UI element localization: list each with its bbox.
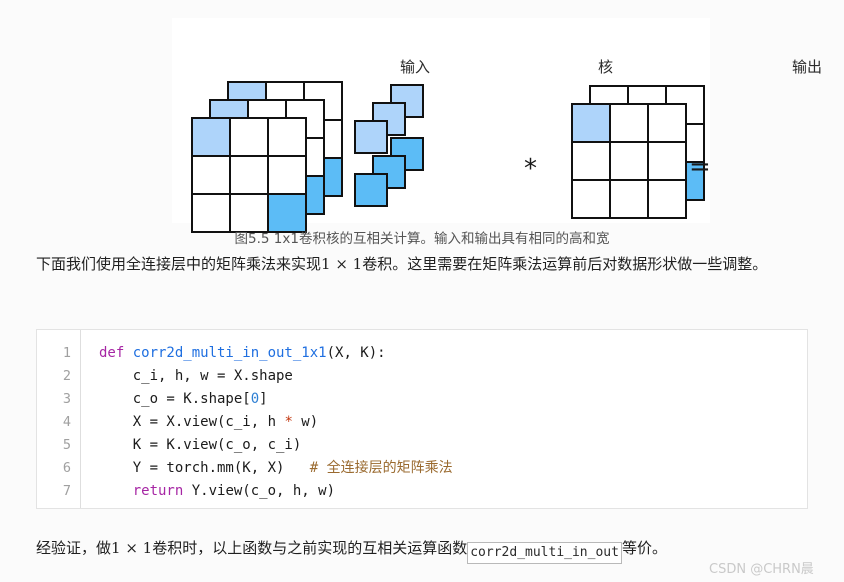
output-cell — [647, 103, 687, 143]
code-token: c_i, h, w = X.shape — [99, 368, 293, 384]
code-line: Y = torch.mm(K, X) # 全连接层的矩阵乘法 — [99, 457, 807, 480]
line-number: 7 — [62, 483, 71, 499]
paragraph-closing-math: 1 × 1 — [111, 539, 153, 557]
output-cell — [609, 179, 649, 219]
code-line: X = X.view(c_i, h * w) — [99, 411, 807, 434]
line-number: 2 — [62, 368, 71, 384]
output-cell — [571, 179, 611, 219]
output-cell — [647, 179, 687, 219]
figure-caption: 图5.5 1x1卷积核的互相关计算。输入和输出具有相同的高和宽 — [234, 231, 610, 247]
code-line: c_i, h, w = X.shape — [99, 365, 807, 388]
page-root: 输入 核 输出 * = 图5.5 1x1卷积核的互相关计算。输入和输出具有相同的… — [0, 0, 844, 582]
code-token: 0 — [250, 391, 260, 407]
code-token: (X, K): — [326, 345, 386, 361]
code-content[interactable]: def corr2d_multi_in_out_1x1(X, K): c_i, … — [81, 330, 807, 508]
kernel-cell-light — [354, 120, 388, 154]
paragraph-intro: 下面我们使用全连接层中的矩阵乘法来实现1 × 1卷积。这里需要在矩阵乘法运算前后… — [36, 250, 826, 278]
paragraph-closing-text-b: 卷积时，以上函数与之前实现的互相关运算函数 — [152, 539, 468, 557]
line-number: 6 — [62, 460, 71, 476]
code-token: def — [99, 345, 133, 361]
output-cell — [609, 103, 649, 143]
line-number: 1 — [62, 345, 71, 361]
paragraph-closing-text-c: 等价。 — [621, 539, 667, 557]
code-line-number-gutter: 1 2 3 4 5 6 7 — [37, 330, 81, 508]
code-token: # 全连接层的矩阵乘法 — [309, 460, 453, 476]
code-token: K = K.view(c_o, c_i) — [99, 437, 302, 453]
output-tensor-stack — [172, 18, 705, 219]
figure-label-kernel: 核 — [598, 58, 614, 76]
csdn-watermark: CSDN @CHRN晨 — [709, 562, 814, 577]
convolution-operator-symbol: * — [524, 154, 537, 184]
output-layer-front — [571, 103, 687, 219]
code-line: K = K.view(c_o, c_i) — [99, 434, 807, 457]
code-token: Y = torch.mm(K, X) — [99, 460, 310, 476]
output-cell — [571, 141, 611, 181]
code-token: Y.view(c_o, h, w) — [183, 483, 336, 499]
line-number: 4 — [62, 414, 71, 430]
code-line: def corr2d_multi_in_out_1x1(X, K): — [99, 342, 807, 365]
line-number: 3 — [62, 391, 71, 407]
figure-label-output: 输出 — [792, 58, 823, 76]
output-cell — [609, 141, 649, 181]
output-cell — [647, 141, 687, 181]
code-token: X = X.view(c_i, h — [99, 414, 285, 430]
figure-panel: 输入 核 输出 * = — [172, 18, 822, 233]
figure-label-input: 输入 — [400, 58, 431, 76]
paragraph-intro-math: 1 × 1 — [321, 255, 363, 273]
equals-operator-symbol: = — [689, 152, 711, 182]
code-token: ] — [259, 391, 268, 407]
code-line: c_o = K.shape[0] — [99, 388, 807, 411]
code-token: w) — [292, 414, 319, 430]
inline-code-function-name: corr2d_multi_in_out — [467, 542, 622, 564]
code-token: corr2d_multi_in_out_1x1 — [132, 345, 327, 361]
code-block[interactable]: 1 2 3 4 5 6 7 def corr2d_multi_in_out_1x… — [36, 329, 808, 509]
kernel-cell-mid — [354, 173, 388, 207]
code-token: return — [132, 483, 184, 499]
code-token: c_o = K.shape[ — [99, 391, 251, 407]
code-token: * — [284, 414, 293, 430]
paragraph-intro-text-b: 卷积。这里需要在矩阵乘法运算前后对数据形状做一些调整。 — [362, 255, 768, 273]
paragraph-intro-text-a: 下面我们使用全连接层中的矩阵乘法来实现 — [36, 255, 322, 273]
output-cell — [571, 103, 611, 143]
code-line: return Y.view(c_o, h, w) — [99, 480, 807, 503]
paragraph-closing-text-a: 经验证，做 — [36, 539, 112, 557]
line-number: 5 — [62, 437, 71, 453]
